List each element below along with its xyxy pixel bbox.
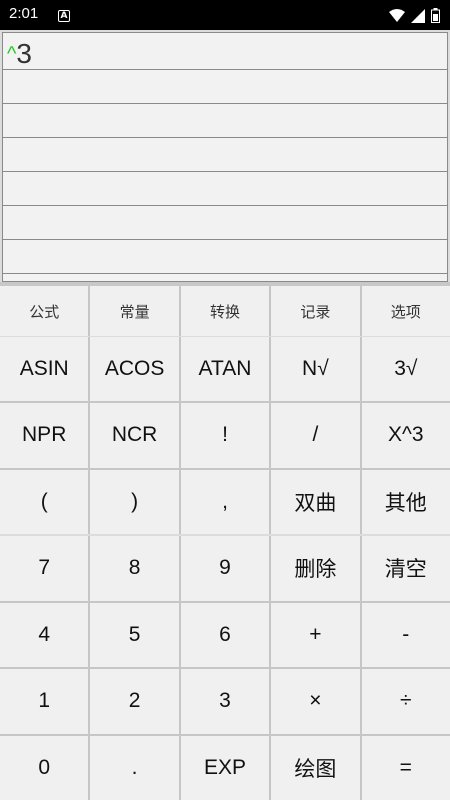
equals-button[interactable]: = <box>361 735 450 800</box>
status-icons <box>389 8 440 23</box>
digit-2-button[interactable]: 2 <box>90 669 179 734</box>
expression-value: 3 <box>16 38 32 69</box>
slash-button[interactable]: / <box>271 403 360 468</box>
digit-8-button[interactable]: 8 <box>90 536 179 601</box>
number-keypad: 7 8 9 删除 清空 4 5 6 + - 1 2 3 × ÷ 0 . EXP … <box>0 536 450 800</box>
plot-button[interactable]: 绘图 <box>271 735 360 800</box>
ncr-button[interactable]: NCR <box>90 403 179 468</box>
display-divider <box>3 69 447 70</box>
npr-button[interactable]: NPR <box>0 403 89 468</box>
wifi-icon <box>389 8 405 22</box>
digit-4-button[interactable]: 4 <box>0 602 89 667</box>
function-keypad: ASIN ACOS ATAN N√ 3√ NPR NCR ! / X^3 ( )… <box>0 337 450 534</box>
digit-9-button[interactable]: 9 <box>180 536 270 601</box>
digit-3-button[interactable]: 3 <box>180 669 270 734</box>
display-divider <box>3 273 447 274</box>
digit-0-button[interactable]: 0 <box>0 735 89 800</box>
display-divider <box>3 205 447 206</box>
mode-tabs: 公式 常量 转换 记录 选项 <box>0 286 450 336</box>
decimal-point-button[interactable]: . <box>90 735 179 800</box>
comma-button[interactable]: , <box>180 469 270 534</box>
cube-root-button[interactable]: 3√ <box>361 337 450 402</box>
signal-icon <box>411 8 425 23</box>
atan-button[interactable]: ATAN <box>180 337 270 402</box>
tab-convert[interactable]: 转换 <box>180 286 270 336</box>
divide-button[interactable]: ÷ <box>361 669 450 734</box>
tab-history[interactable]: 记录 <box>271 286 360 336</box>
digit-1-button[interactable]: 1 <box>0 669 89 734</box>
app-notification-icon: A <box>58 10 70 22</box>
cursor-caret: ^ <box>7 43 17 65</box>
digit-7-button[interactable]: 7 <box>0 536 89 601</box>
digit-6-button[interactable]: 6 <box>180 602 270 667</box>
digit-5-button[interactable]: 5 <box>90 602 179 667</box>
clear-button[interactable]: 清空 <box>361 536 450 601</box>
display-divider <box>3 137 447 138</box>
asin-button[interactable]: ASIN <box>0 337 89 402</box>
cube-button[interactable]: X^3 <box>361 403 450 468</box>
acos-button[interactable]: ACOS <box>90 337 179 402</box>
nth-root-button[interactable]: N√ <box>271 337 360 402</box>
expression-display[interactable]: ^3 <box>2 32 448 282</box>
close-paren-button[interactable]: ) <box>90 469 179 534</box>
battery-icon <box>431 8 440 23</box>
minus-button[interactable]: - <box>361 602 450 667</box>
other-button[interactable]: 其他 <box>361 469 450 534</box>
status-bar: 2:01 A <box>0 0 450 30</box>
tab-constants[interactable]: 常量 <box>90 286 179 336</box>
multiply-button[interactable]: × <box>271 669 360 734</box>
delete-button[interactable]: 删除 <box>271 536 360 601</box>
open-paren-button[interactable]: ( <box>0 469 89 534</box>
tab-formula[interactable]: 公式 <box>0 286 89 336</box>
hyperbolic-button[interactable]: 双曲 <box>271 469 360 534</box>
factorial-button[interactable]: ! <box>180 403 270 468</box>
expression-text: ^3 <box>7 39 32 69</box>
plus-button[interactable]: + <box>271 602 360 667</box>
display-divider <box>3 103 447 104</box>
display-divider <box>3 239 447 240</box>
tab-options[interactable]: 选项 <box>361 286 450 336</box>
status-time: 2:01 <box>9 5 39 22</box>
display-divider <box>3 171 447 172</box>
exp-button[interactable]: EXP <box>180 735 270 800</box>
